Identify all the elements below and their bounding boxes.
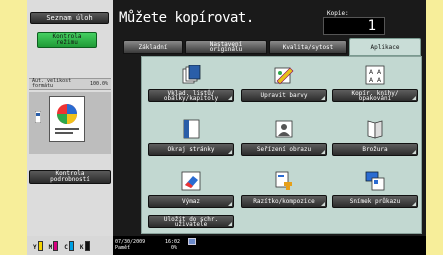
booklet-icon [365, 119, 385, 139]
stamp-icon [274, 171, 294, 191]
job-list-button[interactable]: Seznam úloh [30, 12, 109, 24]
network-icon [188, 238, 196, 245]
auto-size-label-2: formátu [32, 83, 54, 89]
check-mode-line-2: režimu [56, 39, 78, 46]
page-margin-button[interactable]: Okraj stránky [148, 143, 234, 156]
function-cell: Snímek průkazu [332, 171, 418, 217]
tab-applications[interactable]: Aplikace [349, 38, 421, 56]
booklet-button[interactable]: Brožura [332, 143, 418, 156]
function-cell: Upravit barvy [241, 65, 327, 111]
status-title: Můžete kopírovat. [119, 10, 254, 26]
toner-yellow: Y [33, 240, 43, 251]
scan-indicator-icon [34, 108, 42, 124]
main-area: Můžete kopírovat. Kopie: 1 Základní Nast… [113, 0, 426, 255]
sheet-insert-icon [181, 64, 201, 85]
image-adjust-button[interactable]: Seřízení obrazu [241, 143, 327, 156]
function-cell: Vklad. listů/obálky/kapitoly [148, 64, 234, 111]
status-bar: 07/30/2009 Paměť 16:02 0% [113, 236, 426, 255]
toner-levels: Y M C K [27, 236, 113, 255]
tab-applications-label: Aplikace [370, 43, 400, 51]
tab-quality-density[interactable]: Kvalita/sytost [269, 40, 347, 54]
function-cell: Seřízení obrazu [241, 119, 327, 165]
adjust-color-icon [274, 65, 294, 85]
function-cell: Uložit do schr. uživatele [148, 191, 234, 237]
adjust-color-button[interactable]: Upravit barvy [241, 89, 327, 102]
tab-basic[interactable]: Základní [123, 40, 183, 54]
detail-check-button[interactable]: Kontrola podrobností [29, 170, 111, 184]
copy-preview [29, 92, 111, 154]
toner-cyan: C [64, 240, 74, 251]
image-adjust-icon [274, 119, 294, 139]
function-cell: Brožura [332, 119, 418, 165]
auto-size-indicator: Aut. velikost formátu 100.0% [29, 78, 111, 90]
erase-icon [181, 171, 201, 191]
stamp-composition-button[interactable]: Razítko/kompozice [241, 195, 327, 208]
zoom-value: 100.0% [89, 80, 108, 87]
copies-count: 1 [323, 17, 385, 35]
tab-quality-label: Kvalita/sytost [282, 43, 334, 51]
sheet-insert-button[interactable]: Vklad. listů/obálky/kapitoly [148, 89, 234, 102]
id-card-button[interactable]: Snímek průkazu [332, 195, 418, 208]
toner-black: K [80, 240, 90, 251]
detail-check-line-2: podrobností [50, 176, 90, 183]
applications-panel: Vklad. listů/obálky/kapitoly Upravit bar… [141, 56, 422, 234]
left-panel: Seznam úloh Kontrola režimu Aut. velikos… [27, 0, 113, 255]
book-copy-button[interactable]: Kopír. knihy/opakování [332, 89, 418, 102]
toner-magenta: M [49, 240, 59, 251]
memory-value: 0% [171, 245, 178, 251]
tab-original-label-2: originálu [209, 46, 243, 53]
function-cell: Razítko/kompozice [241, 171, 327, 217]
book-copy-icon: AAAA [365, 65, 385, 85]
tab-basic-label: Základní [138, 43, 168, 51]
function-cell: AAAA Kopír. knihy/opakování [332, 65, 418, 111]
function-cell: Okraj stránky [148, 119, 234, 165]
memory-label: Paměť [115, 245, 131, 251]
copier-screen: Seznam úloh Kontrola režimu Aut. velikos… [27, 0, 426, 255]
page-margin-icon [181, 119, 201, 139]
save-to-user-box-button[interactable]: Uložit do schr. uživatele [148, 215, 234, 228]
check-mode-button[interactable]: Kontrola režimu [37, 32, 97, 48]
tab-original-settings[interactable]: Nastavení originálu [185, 40, 267, 54]
id-card-icon [365, 171, 385, 191]
copies-label: Kopie: [327, 10, 349, 17]
preview-page-icon [49, 96, 85, 142]
